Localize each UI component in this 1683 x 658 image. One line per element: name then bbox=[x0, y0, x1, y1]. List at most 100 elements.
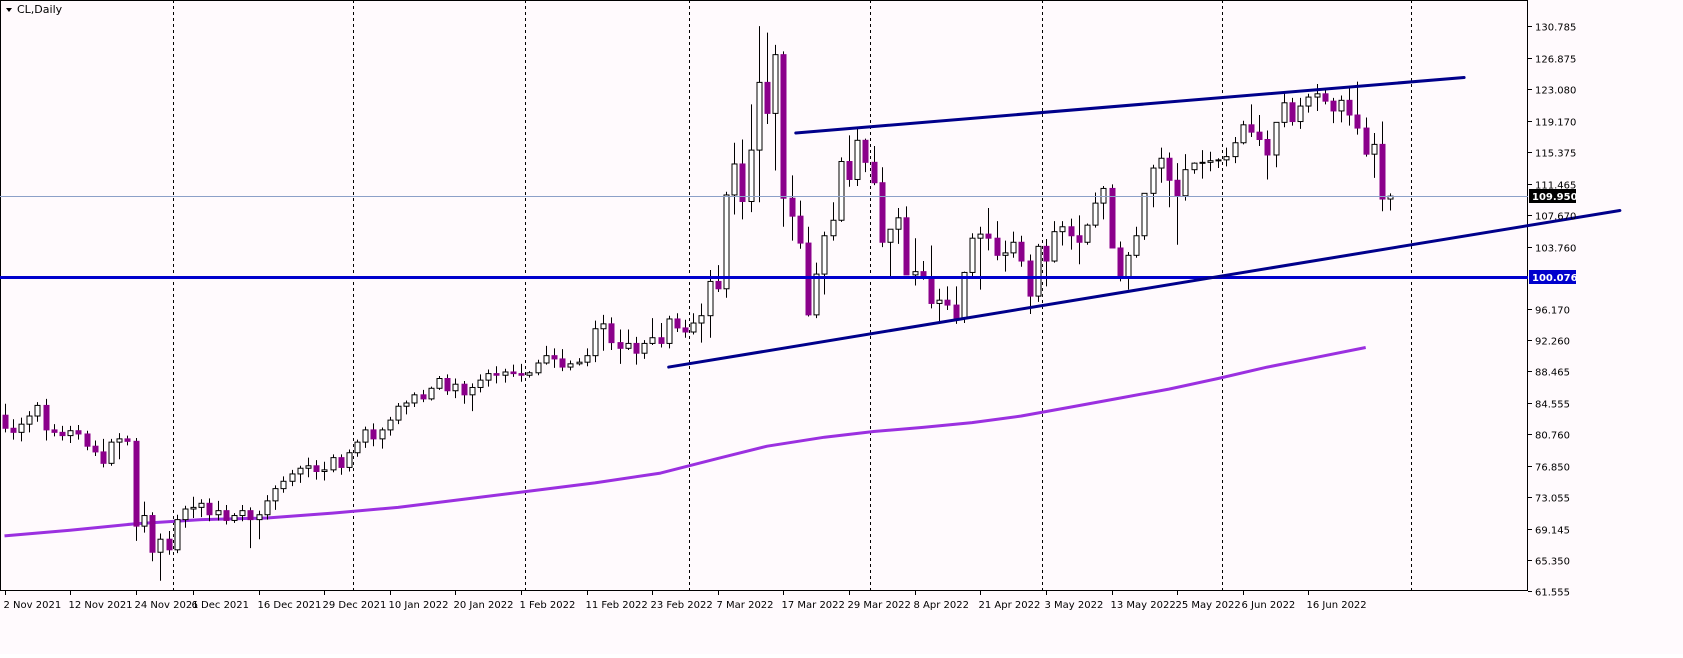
bull-candle-body bbox=[813, 273, 820, 316]
bull-candle-body bbox=[895, 217, 902, 230]
bull-candle-body bbox=[625, 342, 632, 349]
bull-candle-body bbox=[535, 362, 542, 374]
x-tick-label: 6 Dec 2021 bbox=[192, 600, 250, 611]
x-tick-label: 21 Apr 2022 bbox=[979, 600, 1041, 611]
y-tick-label: 119.170 bbox=[1535, 118, 1576, 129]
bear-candle-body bbox=[658, 337, 665, 344]
candle bbox=[1141, 192, 1148, 240]
bear-candle-body bbox=[247, 510, 254, 521]
bear-candle-body bbox=[1043, 245, 1050, 262]
bear-candle-body bbox=[206, 502, 213, 516]
bull-candle-body bbox=[297, 467, 304, 475]
bear-candle-body bbox=[370, 429, 377, 440]
x-tick-label: 23 Feb 2022 bbox=[651, 600, 713, 611]
support-price-marker: 100.076 bbox=[1529, 270, 1578, 284]
y-tick-label: 73.055 bbox=[1535, 494, 1570, 505]
bear-candle-body bbox=[862, 139, 869, 163]
y-tick-label: 65.350 bbox=[1535, 557, 1570, 568]
bull-candle-body bbox=[1281, 102, 1288, 123]
candle bbox=[108, 438, 115, 466]
bull-candle-body bbox=[731, 163, 738, 196]
bull-candle-body bbox=[1084, 224, 1091, 243]
bull-candle-body bbox=[666, 318, 673, 344]
bear-candle-body bbox=[928, 277, 935, 304]
y-tick-label: 69.145 bbox=[1535, 526, 1570, 537]
bull-candle-body bbox=[1125, 254, 1132, 279]
bull-candle-body bbox=[723, 194, 730, 290]
chart-window[interactable]: 130.785 126.875 123.080 119.170 115.375 111.4… bbox=[0, 0, 1683, 654]
bear-candle-body bbox=[1256, 131, 1263, 140]
bull-candle-body bbox=[1002, 252, 1009, 256]
bear-candle-body bbox=[1068, 226, 1075, 237]
bull-candle-body bbox=[362, 429, 369, 443]
bear-candle-body bbox=[739, 163, 746, 202]
y-tick-label: 61.555 bbox=[1535, 588, 1570, 599]
y-tick-label: 96.170 bbox=[1535, 306, 1570, 317]
bull-candle-body bbox=[887, 228, 894, 243]
bear-candle-body bbox=[1379, 143, 1386, 200]
bull-candle-body bbox=[1182, 169, 1189, 197]
current-price-marker: 109.950 bbox=[1529, 189, 1578, 203]
bull-candle-body bbox=[239, 510, 246, 517]
bull-candle-body bbox=[748, 149, 755, 202]
bull-candle-body bbox=[1092, 202, 1099, 226]
bull-candle-body bbox=[469, 386, 476, 396]
bull-candle-body bbox=[600, 323, 607, 330]
bull-candle-body bbox=[256, 514, 263, 521]
bear-candle-body bbox=[1264, 138, 1271, 156]
bull-candle-body bbox=[215, 510, 222, 516]
bull-candle-body bbox=[67, 430, 74, 437]
bull-candle-body bbox=[912, 271, 919, 276]
bull-candle-body bbox=[592, 328, 599, 357]
bear-candle-body bbox=[1076, 235, 1083, 243]
y-tick-label: 130.785 bbox=[1535, 23, 1576, 34]
y-tick-label: 92.260 bbox=[1535, 337, 1570, 348]
bull-candle-body bbox=[272, 488, 279, 502]
bull-candle-body bbox=[1338, 99, 1345, 112]
bull-candle-body bbox=[567, 363, 574, 368]
y-tick-label: 123.080 bbox=[1535, 86, 1576, 97]
bull-candle-body bbox=[289, 473, 296, 482]
bull-candle-body bbox=[756, 81, 763, 151]
bull-candle-body bbox=[141, 515, 148, 527]
bear-candle-body bbox=[1330, 100, 1337, 112]
bull-candle-body bbox=[1150, 167, 1157, 194]
bear-candle-body bbox=[633, 342, 640, 354]
x-tick-label: 29 Dec 2021 bbox=[323, 600, 387, 611]
x-tick-label: 3 May 2022 bbox=[1045, 600, 1104, 611]
bear-candle-body bbox=[75, 430, 82, 435]
bear-candle-body bbox=[444, 378, 451, 392]
bear-candle-body bbox=[608, 323, 615, 344]
bull-candle-body bbox=[190, 506, 197, 510]
bull-candle-body bbox=[854, 139, 861, 180]
x-tick-label: 16 Dec 2021 bbox=[258, 600, 322, 611]
bull-candle-body bbox=[1010, 241, 1017, 254]
bull-candle-body bbox=[280, 480, 287, 490]
bull-candle-body bbox=[346, 452, 353, 468]
x-tick-label: 1 Feb 2022 bbox=[520, 600, 576, 611]
y-tick-label: 84.555 bbox=[1535, 400, 1570, 411]
bear-candle-body bbox=[149, 515, 156, 553]
bear-candle-body bbox=[994, 237, 1001, 256]
bull-candle-body bbox=[411, 394, 418, 404]
bear-candle-body bbox=[1166, 157, 1173, 181]
bear-candle-body bbox=[1363, 127, 1370, 155]
x-tick-label: 13 May 2022 bbox=[1111, 600, 1176, 611]
candle bbox=[428, 386, 435, 401]
bull-candle-body bbox=[977, 233, 984, 239]
bear-candle-body bbox=[166, 538, 173, 551]
x-tick-label: 8 Apr 2022 bbox=[914, 600, 969, 611]
bear-candle-body bbox=[51, 429, 58, 433]
bull-candle-body bbox=[1215, 159, 1222, 162]
bear-candle-body bbox=[124, 438, 131, 442]
price-chart[interactable]: 130.785126.875123.080119.170115.375111.4… bbox=[0, 0, 1683, 654]
x-tick-label: 12 Nov 2021 bbox=[69, 600, 133, 611]
bull-candle-body bbox=[1051, 231, 1058, 262]
y-tick-label: 115.375 bbox=[1535, 149, 1576, 160]
bull-candle-body bbox=[1199, 161, 1206, 164]
bear-candle-body bbox=[846, 161, 853, 180]
y-tick-label: 107.670 bbox=[1535, 212, 1576, 223]
bull-candle-body bbox=[707, 280, 714, 317]
bear-candle-body bbox=[338, 457, 345, 468]
bear-candle-body bbox=[797, 215, 804, 244]
